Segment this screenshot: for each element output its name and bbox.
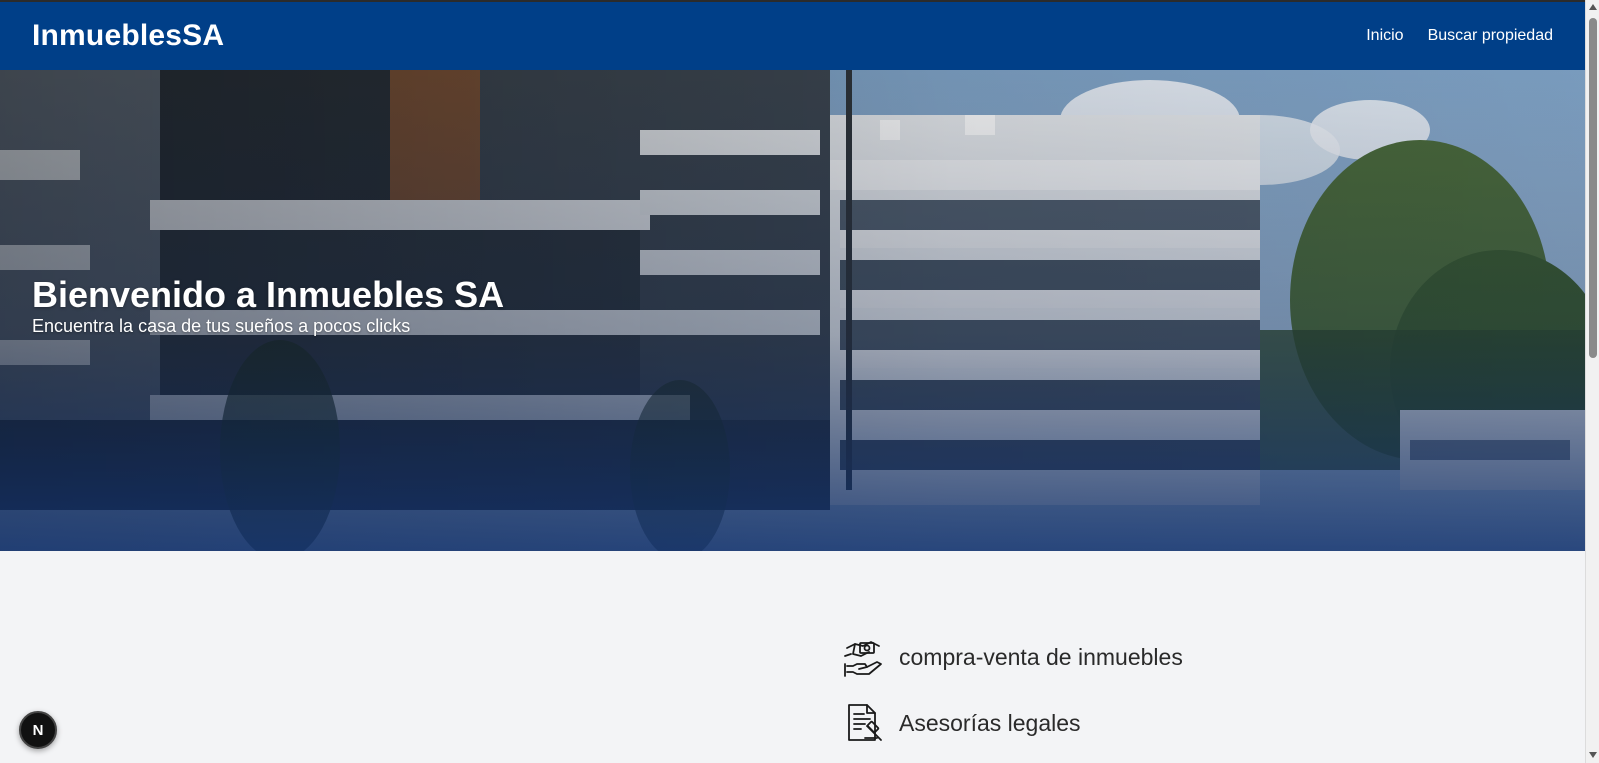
nav-link-buscar-propiedad[interactable]: Buscar propiedad bbox=[1428, 27, 1553, 45]
brand-logo[interactable]: InmueblesSA bbox=[32, 19, 224, 53]
hero-subtitle: Encuentra la casa de tus sueños a pocos … bbox=[32, 316, 411, 336]
hero-text: Bienvenido a Inmuebles SA Encuentra la c… bbox=[32, 275, 504, 337]
scrollbar[interactable] bbox=[1585, 0, 1599, 763]
services-list: compra-venta de inmuebles Asesorías lega… bbox=[843, 636, 1183, 763]
hero-title: Bienvenido a Inmuebles SA bbox=[32, 274, 505, 315]
scroll-up-arrow-icon[interactable] bbox=[1589, 4, 1597, 10]
legal-document-icon bbox=[843, 702, 885, 744]
scroll-down-arrow-icon[interactable] bbox=[1589, 752, 1597, 758]
service-label: compra-venta de inmuebles bbox=[899, 643, 1183, 670]
service-label: Asesorías legales bbox=[899, 709, 1081, 736]
nav-links: Inicio Buscar propiedad bbox=[1366, 27, 1553, 45]
nav-link-inicio[interactable]: Inicio bbox=[1366, 27, 1403, 45]
hero-banner: Bienvenido a Inmuebles SA Encuentra la c… bbox=[0, 70, 1585, 551]
dev-tools-badge[interactable]: N bbox=[19, 711, 57, 749]
scrollbar-thumb[interactable] bbox=[1589, 18, 1597, 358]
service-item-compra-venta: compra-venta de inmuebles bbox=[843, 636, 1183, 678]
handshake-money-icon bbox=[843, 636, 885, 678]
service-item-asesorias: Asesorías legales bbox=[843, 702, 1183, 744]
navbar: InmueblesSA Inicio Buscar propiedad bbox=[0, 2, 1585, 70]
